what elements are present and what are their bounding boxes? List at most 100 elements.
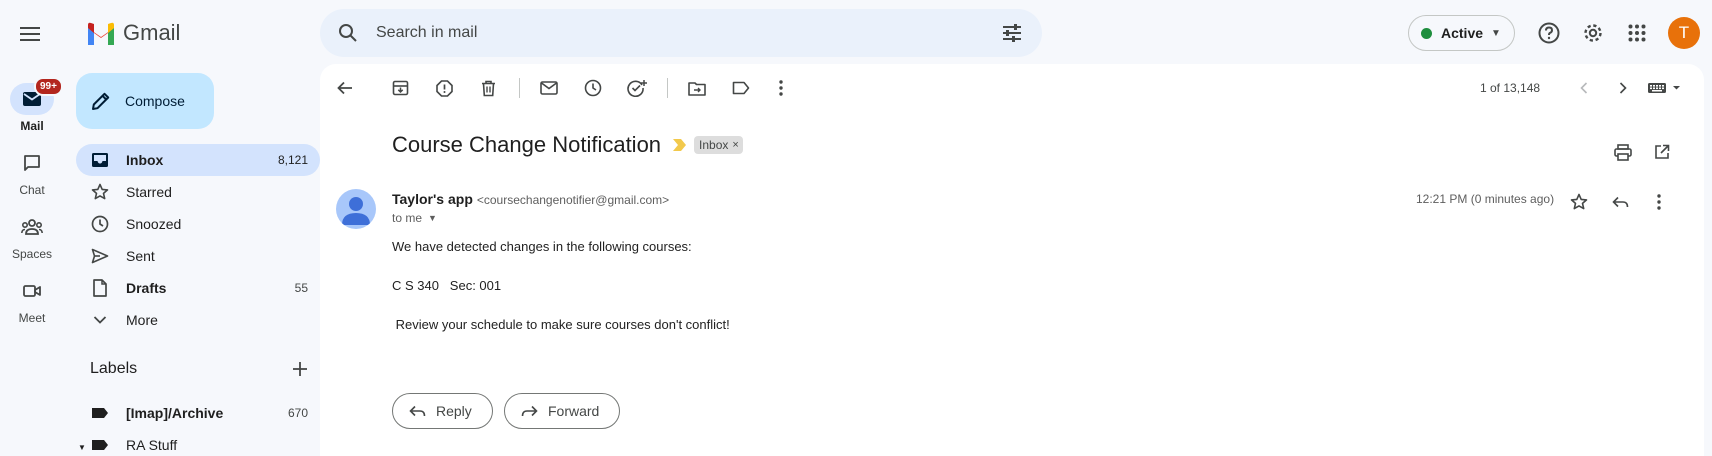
rail-mail[interactable]: 99+ Mail	[0, 77, 64, 133]
spaces-icon	[10, 211, 54, 243]
caret-down-icon: ▼	[1491, 27, 1501, 39]
sidebar-item-label: Drafts	[126, 280, 167, 296]
archive-icon[interactable]	[382, 70, 418, 106]
more-options-icon[interactable]	[763, 70, 799, 106]
reply-label: Reply	[436, 403, 472, 419]
add-label-icon[interactable]	[288, 357, 312, 381]
label-icon: ▼	[78, 439, 110, 452]
sidebar-item-label: Inbox	[126, 152, 164, 168]
video-icon	[10, 275, 54, 307]
sender-avatar[interactable]	[336, 189, 376, 229]
print-icon[interactable]	[1605, 134, 1641, 170]
sender-name[interactable]: Taylor's app	[392, 191, 473, 207]
sidebar-item-inbox[interactable]: Inbox 8,121	[76, 144, 320, 176]
unread-badge: 99+	[34, 77, 63, 96]
message-timestamp: 12:21 PM (0 minutes ago)	[1416, 192, 1555, 206]
message-subject: Course Change Notification	[392, 132, 662, 157]
message-more-icon[interactable]	[1641, 184, 1677, 220]
subject-row: Course Change Notification Inbox ×	[392, 132, 743, 158]
search-icon[interactable]	[328, 13, 368, 53]
reply-icon[interactable]	[1602, 184, 1638, 220]
sidebar-item-more[interactable]: More	[76, 304, 320, 336]
sidebar-label-ra-stuff[interactable]: ▼ RA Stuff	[76, 429, 320, 456]
rail-spaces-label: Spaces	[11, 247, 53, 261]
rail-chat[interactable]: Chat	[0, 147, 64, 197]
message-toolbar: 1 of 13,148	[320, 64, 1704, 112]
message-panel: 1 of 13,148 Course Change Notification I…	[320, 64, 1704, 456]
body-line: C S 340 Sec: 001	[392, 278, 502, 293]
status-dot	[1421, 27, 1432, 39]
sidebar-item-snoozed[interactable]: Snoozed	[76, 208, 320, 240]
reply-icon	[409, 405, 426, 418]
settings-icon[interactable]	[1573, 13, 1613, 53]
search-input[interactable]	[376, 24, 992, 42]
rail-meet[interactable]: Meet	[0, 275, 64, 325]
reply-button[interactable]: Reply	[392, 393, 493, 429]
sidebar-item-label: [Imap]/Archive	[126, 405, 224, 421]
move-to-icon[interactable]	[679, 70, 715, 106]
sender-line: Taylor's app <coursechangenotifier@gmail…	[392, 191, 669, 207]
snooze-icon[interactable]	[575, 70, 611, 106]
sidebar-item-label: RA Stuff	[126, 437, 178, 453]
search-options-icon[interactable]	[992, 13, 1032, 53]
mark-unread-icon[interactable]	[531, 70, 567, 106]
star-icon[interactable]	[1561, 184, 1597, 220]
pencil-icon	[90, 90, 112, 112]
rail-mail-label: Mail	[20, 119, 44, 133]
inbox-icon	[90, 152, 110, 168]
sidebar-item-label: Starred	[126, 184, 172, 200]
body-line: We have detected changes in the followin…	[392, 239, 692, 254]
sidebar-item-label: More	[126, 312, 158, 328]
sidebar-item-drafts[interactable]: Drafts 55	[76, 272, 320, 304]
labels-title: Labels	[90, 360, 138, 377]
recipient-line[interactable]: to me ▼	[392, 211, 437, 225]
remove-label-icon[interactable]: ×	[732, 139, 738, 151]
rail-spaces[interactable]: Spaces	[0, 211, 64, 261]
label-icon	[90, 407, 110, 419]
compose-label: Compose	[125, 93, 185, 109]
app-name: Gmail	[123, 20, 181, 45]
newer-chevron-icon[interactable]	[1566, 70, 1602, 106]
rail-chat-label: Chat	[19, 183, 45, 197]
send-icon	[90, 248, 110, 264]
sidebar-item-starred[interactable]: Starred	[76, 176, 320, 208]
apps-icon[interactable]	[1617, 13, 1657, 53]
search-bar[interactable]	[320, 9, 1042, 57]
main-menu-icon[interactable]	[10, 14, 50, 54]
star-icon	[90, 183, 110, 201]
sidebar-item-sent[interactable]: Sent	[76, 240, 320, 272]
forward-label: Forward	[548, 403, 600, 419]
labels-header: Labels	[90, 357, 320, 381]
chevron-down-icon	[90, 315, 110, 325]
sidebar-item-label: Snoozed	[126, 216, 182, 232]
delete-icon[interactable]	[470, 70, 506, 106]
expand-caret-icon[interactable]: ▼	[78, 443, 86, 452]
draft-icon	[90, 279, 110, 297]
back-arrow-icon[interactable]	[327, 70, 363, 106]
add-to-tasks-icon[interactable]	[619, 70, 655, 106]
chat-icon	[10, 147, 54, 179]
report-spam-icon[interactable]	[426, 70, 462, 106]
status-dropdown[interactable]: Active ▼	[1408, 15, 1515, 51]
label-as-icon[interactable]	[723, 70, 759, 106]
status-label: Active	[1441, 25, 1484, 41]
sender-email: <coursechangenotifier@gmail.com>	[476, 193, 670, 207]
forward-button[interactable]: Forward	[504, 393, 621, 429]
help-icon[interactable]	[1529, 13, 1569, 53]
clock-icon	[90, 215, 110, 233]
gmail-logo[interactable]: Gmail	[86, 16, 180, 50]
label-chip-inbox[interactable]: Inbox ×	[694, 136, 743, 154]
importance-marker-icon[interactable]	[673, 139, 687, 151]
account-avatar[interactable]: T	[1668, 17, 1700, 49]
compose-button[interactable]: Compose	[76, 73, 214, 129]
body-line: Review your schedule to make sure course…	[392, 317, 730, 332]
gmail-m-icon	[86, 22, 116, 45]
sidebar-item-count: 55	[294, 281, 308, 295]
sidebar-label-imap-archive[interactable]: [Imap]/Archive 670	[76, 397, 320, 429]
mail-icon: 99+	[10, 77, 63, 115]
details-caret-icon[interactable]: ▼	[428, 213, 437, 223]
input-tools-icon[interactable]	[1640, 70, 1690, 106]
open-in-new-window-icon[interactable]	[1644, 134, 1680, 170]
older-chevron-icon[interactable]	[1605, 70, 1641, 106]
sidebar-item-count: 8,121	[277, 153, 308, 167]
